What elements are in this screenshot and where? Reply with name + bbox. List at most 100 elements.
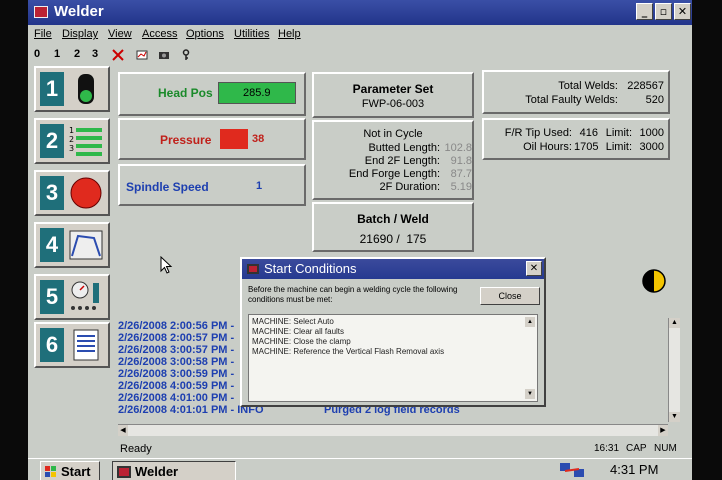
spindle-panel: Spindle Speed 1 bbox=[118, 164, 306, 206]
access-level-2-button[interactable]: 2 bbox=[74, 48, 80, 60]
minimize-button[interactable]: _ bbox=[636, 3, 653, 20]
chart-icon[interactable] bbox=[136, 49, 148, 61]
list-scroll-up-icon[interactable]: ▲ bbox=[525, 317, 535, 327]
parameter-set-value: FWP-06-003 bbox=[361, 98, 425, 110]
function-button-6[interactable]: 6 bbox=[34, 322, 110, 368]
function-button-3[interactable]: 3 bbox=[34, 170, 110, 216]
menu-access[interactable]: Access bbox=[142, 28, 177, 40]
function-button-3-number: 3 bbox=[40, 176, 64, 210]
dialog-app-icon bbox=[247, 264, 259, 274]
dialog-close-button[interactable]: Close bbox=[480, 287, 540, 305]
menu-bar: File Display View Access Options Utiliti… bbox=[28, 25, 692, 45]
start-label: Start bbox=[61, 464, 91, 479]
parameter-set-label: Parameter Set bbox=[352, 82, 434, 96]
oil-hours-label: Oil Hours: bbox=[523, 141, 572, 153]
key-icon[interactable] bbox=[180, 49, 192, 61]
log-vertical-scrollbar[interactable]: ▲ ▼ bbox=[668, 318, 680, 422]
cycle-panel: Not in Cycle Butted Length: 102.8 End 2F… bbox=[312, 120, 474, 200]
access-level-0-button[interactable]: 0 bbox=[34, 48, 40, 60]
mouse-cursor-icon bbox=[160, 256, 173, 274]
app-icon bbox=[34, 6, 48, 18]
2f-duration-label: 2F Duration: bbox=[379, 181, 440, 193]
total-welds-panel: Total Welds: 228567 Total Faulty Welds: … bbox=[482, 70, 670, 114]
report-icon bbox=[73, 329, 99, 361]
total-welds-label: Total Welds: bbox=[558, 80, 618, 92]
log-entry: 2/26/2008 3:00:59 PM - bbox=[118, 368, 235, 380]
access-level-1-button[interactable]: 1 bbox=[54, 48, 60, 60]
title-bar: Welder _ ▫ ✕ bbox=[28, 0, 692, 25]
log-horizontal-scrollbar[interactable]: ◀ ▶ bbox=[118, 424, 668, 436]
menu-help[interactable]: Help bbox=[278, 28, 301, 40]
menu-view[interactable]: View bbox=[108, 28, 132, 40]
cycle-status: Not in Cycle bbox=[363, 128, 423, 140]
window-title: Welder bbox=[54, 3, 104, 20]
dialog-title-bar: Start Conditions ✕ bbox=[242, 259, 544, 279]
total-faulty-welds-label: Total Faulty Welds: bbox=[525, 94, 618, 106]
fault-clear-icon[interactable] bbox=[112, 49, 124, 61]
list-scroll-down-icon[interactable]: ▼ bbox=[525, 389, 535, 399]
oil-limit-label: Limit: bbox=[605, 141, 632, 153]
scroll-right-icon[interactable]: ▶ bbox=[658, 425, 668, 436]
status-text: Ready bbox=[120, 443, 152, 455]
dialog-title: Start Conditions bbox=[264, 261, 357, 276]
end-2f-length-value: 91.8 bbox=[450, 155, 472, 167]
menu-options[interactable]: Options bbox=[186, 28, 224, 40]
status-half-circle-icon bbox=[642, 269, 666, 293]
batch-weld-panel: Batch / Weld 21690 / 175 bbox=[312, 202, 474, 252]
function-button-1[interactable]: 1 bbox=[34, 66, 110, 112]
network-icon[interactable] bbox=[558, 461, 588, 479]
oil-hours-value: 1705 bbox=[574, 141, 599, 153]
end-forge-length-label: End Forge Length: bbox=[348, 168, 440, 180]
maximize-button[interactable]: ▫ bbox=[655, 3, 672, 20]
traffic-light-icon bbox=[78, 74, 94, 104]
status-time: 16:31 bbox=[594, 443, 620, 454]
camera-icon[interactable] bbox=[158, 49, 170, 61]
batch-weld-value: 21690 / 175 bbox=[359, 232, 427, 246]
head-pos-panel: Head Pos 285.9 bbox=[118, 72, 306, 116]
menu-file[interactable]: File bbox=[34, 28, 52, 40]
function-button-2[interactable]: 2 1 2 3 bbox=[34, 118, 110, 164]
taskbar-welder-button[interactable]: Welder bbox=[112, 461, 236, 480]
log-entry: 2/26/2008 4:01:00 PM - bbox=[118, 392, 235, 404]
spindle-speed-label: Spindle Speed bbox=[126, 180, 209, 194]
scroll-up-icon[interactable]: ▲ bbox=[669, 318, 680, 328]
2f-duration-value: 5.19 bbox=[450, 181, 472, 193]
function-button-5[interactable]: 5 bbox=[34, 274, 110, 320]
pressure-label: Pressure bbox=[160, 133, 212, 147]
spindle-speed-value: 1 bbox=[256, 180, 263, 192]
dialog-close-icon[interactable]: ✕ bbox=[526, 261, 542, 276]
tip-used-label: F/R Tip Used: bbox=[504, 127, 572, 139]
total-welds-value: 228567 bbox=[627, 80, 664, 92]
close-button[interactable]: ✕ bbox=[674, 3, 691, 20]
welder-app-icon bbox=[117, 466, 131, 478]
parameter-set-panel[interactable]: Parameter Set FWP-06-003 bbox=[312, 72, 474, 118]
tips-oil-panel: F/R Tip Used: 416 Limit: 1000 Oil Hours:… bbox=[482, 118, 670, 160]
menu-display[interactable]: Display bbox=[62, 28, 98, 40]
log-entry: 2/26/2008 3:00:58 PM - bbox=[118, 356, 235, 368]
pressure-panel: Pressure 38 bbox=[118, 118, 306, 160]
toolbar: 0 1 2 3 bbox=[28, 45, 692, 65]
start-conditions-dialog: Start Conditions ✕ Before the machine ca… bbox=[240, 257, 546, 407]
condition-item: MACHINE: Clear all faults bbox=[252, 327, 345, 336]
gauge-tools-icon bbox=[71, 281, 99, 310]
scroll-down-icon[interactable]: ▼ bbox=[669, 412, 680, 422]
menu-utilities[interactable]: Utilities bbox=[234, 28, 269, 40]
total-faulty-welds-value: 520 bbox=[645, 94, 664, 106]
log-entry: 2/26/2008 4:00:59 PM - bbox=[118, 380, 235, 392]
end-2f-length-label: End 2F Length: bbox=[364, 155, 440, 167]
pressure-indicator bbox=[220, 129, 248, 149]
condition-item: MACHINE: Reference the Vertical Flash Re… bbox=[252, 347, 445, 356]
start-button[interactable]: Start bbox=[40, 461, 100, 480]
conditions-list: MACHINE: Select Auto MACHINE: Clear all … bbox=[248, 314, 538, 402]
tip-used-value: 416 bbox=[579, 127, 598, 139]
function-button-2-number: 2 bbox=[40, 124, 64, 158]
function-button-4[interactable]: 4 bbox=[34, 222, 110, 268]
tip-limit-label: Limit: bbox=[605, 127, 632, 139]
access-level-3-button[interactable]: 3 bbox=[92, 48, 98, 60]
scroll-left-icon[interactable]: ◀ bbox=[118, 425, 128, 436]
caps-lock-indicator: CAP bbox=[626, 443, 647, 454]
log-entry: 2/26/2008 2:00:56 PM - bbox=[118, 320, 235, 332]
stop-icon bbox=[70, 177, 102, 209]
condition-item: MACHINE: Close the clamp bbox=[252, 337, 351, 346]
taskbar: Start Welder 4:31 PM bbox=[28, 458, 692, 480]
